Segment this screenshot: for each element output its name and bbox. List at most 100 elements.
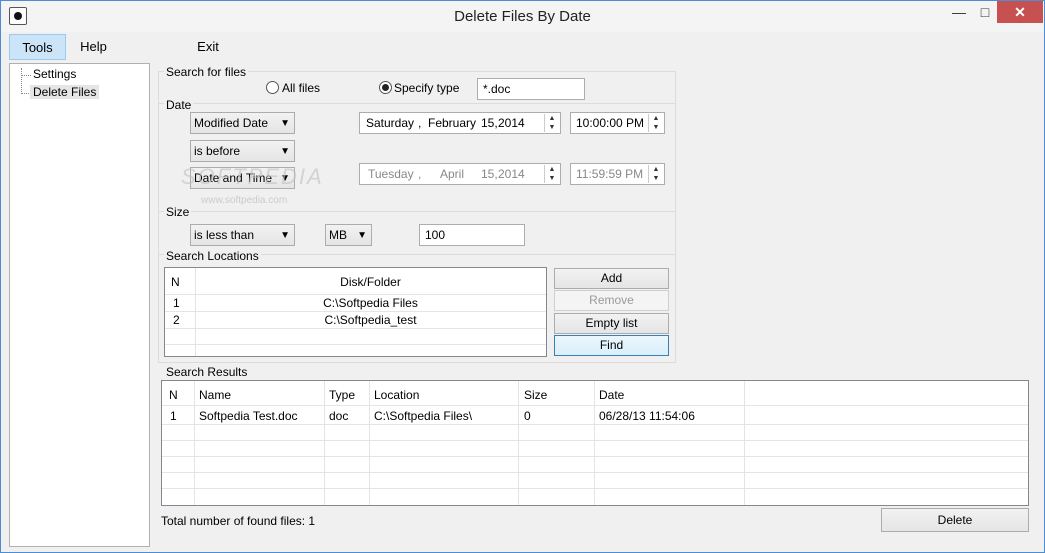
remove-button: Remove [554,290,669,311]
spin-down-icon: ▼ [548,175,556,182]
result-cell-type[interactable]: doc [329,409,348,423]
column-header-location[interactable]: Location [374,388,419,402]
column-header-n[interactable]: N [171,275,180,289]
navigation-tree: Settings Delete Files [9,63,150,547]
date1-spinner[interactable]: ▲ ▼ [544,114,559,132]
date2-day: 15, [481,167,498,181]
column-header-date[interactable]: Date [599,388,624,402]
date2-year: 2014 [498,167,525,181]
column-header-type[interactable]: Type [329,388,355,402]
tree-item-settings[interactable]: Settings [33,67,76,81]
location-row-folder[interactable]: C:\Softpedia Files [195,296,546,310]
result-cell-n[interactable]: 1 [170,409,177,423]
size-unit-value: MB [329,228,347,242]
chevron-down-icon: ▼ [280,118,290,129]
results-grid[interactable]: N Name Type Location Size Date 1 Softped… [161,380,1029,506]
date2-month: April [440,167,465,181]
size-condition-select[interactable]: is less than ▼ [190,224,295,246]
tree-connector [21,75,31,76]
date2-picker: Tuesday , April 15, 2014 ▲ ▼ [359,163,561,185]
spin-up-icon[interactable]: ▲ [649,114,663,123]
file-type-input[interactable]: *.doc [477,78,585,100]
date1-picker[interactable]: Saturday , February 15, 2014 ▲ ▼ [359,112,561,134]
size-group-label: Size [164,205,192,219]
spin-down-icon[interactable]: ▼ [545,123,559,132]
tree-item-delete-files[interactable]: Delete Files [30,85,100,99]
grid-line [744,381,745,505]
delete-button[interactable]: Delete [881,508,1029,532]
date1-sep: , [418,116,422,130]
minimize-button[interactable]: — [944,1,974,23]
title-bar[interactable]: Delete Files By Date — □ ✕ [1,1,1044,32]
grid-line [162,424,1028,425]
result-cell-date[interactable]: 06/28/13 11:54:06 [599,409,695,423]
maximize-button[interactable]: □ [974,1,996,23]
spin-down-icon[interactable]: ▼ [649,123,663,132]
search-results-label: Search Results [164,365,250,379]
result-cell-name[interactable]: Softpedia Test.doc [199,409,298,423]
grid-line [518,381,519,505]
date-condition-select[interactable]: is before ▼ [190,140,295,162]
date-group-label: Date [164,98,194,112]
date-condition-value: is before [194,144,241,158]
time1-picker[interactable]: 10:00:00 PM ▲ ▼ [570,112,665,134]
column-header-name[interactable]: Name [199,388,231,402]
size-unit-select[interactable]: MB ▼ [325,224,372,246]
window-title: Delete Files By Date [454,8,591,25]
find-button[interactable]: Find [554,335,669,356]
column-header-n[interactable]: N [169,388,178,402]
time1-value: 10:00:00 PM [576,116,645,130]
total-found-label: Total number of found files: 1 [161,514,316,528]
column-header-folder[interactable]: Disk/Folder [195,275,546,289]
grid-line [324,381,325,505]
search-for-files-label: Search for files [164,65,249,79]
time2-value: 11:59:59 PM [576,167,644,181]
location-row-n[interactable]: 2 [173,313,180,327]
main-window: Delete Files By Date — □ ✕ Tools Help Ex… [0,0,1045,553]
close-button[interactable]: ✕ [997,1,1043,23]
grid-line [594,381,595,505]
menu-bar: Tools Help Exit [1,32,1044,62]
watermark-url: www.softpedia.com [201,195,288,206]
result-cell-size[interactable]: 0 [524,409,531,423]
grid-line [162,405,1028,406]
location-row-folder[interactable]: C:\Softpedia_test [195,313,546,327]
menu-help[interactable]: Help [71,34,116,60]
size-value-input[interactable]: 100 [419,224,525,246]
search-locations-label: Search Locations [164,249,261,263]
divider [159,103,675,104]
date1-day: 15, [481,116,498,130]
date2-weekday: Tuesday [368,167,414,181]
chevron-down-icon: ▼ [357,230,367,241]
date1-weekday: Saturday [366,116,415,130]
date1-year: 2014 [498,116,525,130]
time2-spinner: ▲ ▼ [648,165,663,183]
grid-line [165,344,546,345]
divider [159,211,675,212]
column-header-size[interactable]: Size [524,388,547,402]
result-cell-location[interactable]: C:\Softpedia Files\ [374,409,472,423]
spin-up-icon: ▲ [652,166,660,173]
grid-line [165,294,546,295]
empty-list-button[interactable]: Empty list [554,313,669,334]
date-field-select[interactable]: Modified Date ▼ [190,112,295,134]
all-files-label[interactable]: All files [282,81,320,95]
specify-type-radio[interactable] [379,81,392,94]
tree-connector [21,68,22,94]
add-button[interactable]: Add [554,268,669,289]
grid-line [369,381,370,505]
menu-tools[interactable]: Tools [9,34,66,60]
location-row-n[interactable]: 1 [173,296,180,310]
all-files-radio[interactable] [266,81,279,94]
specify-type-label[interactable]: Specify type [394,81,459,95]
spin-up-icon[interactable]: ▲ [545,114,559,123]
menu-exit[interactable]: Exit [189,34,227,60]
date-field-value: Modified Date [194,116,269,130]
grid-line [165,328,546,329]
locations-grid[interactable]: N Disk/Folder 1 C:\Softpedia Files 2 C:\… [164,267,547,357]
chevron-down-icon: ▼ [280,230,290,241]
size-condition-value: is less than [194,228,255,242]
time1-spinner[interactable]: ▲ ▼ [648,114,663,132]
spin-down-icon: ▼ [652,175,660,182]
date2-spinner: ▲ ▼ [544,165,559,183]
